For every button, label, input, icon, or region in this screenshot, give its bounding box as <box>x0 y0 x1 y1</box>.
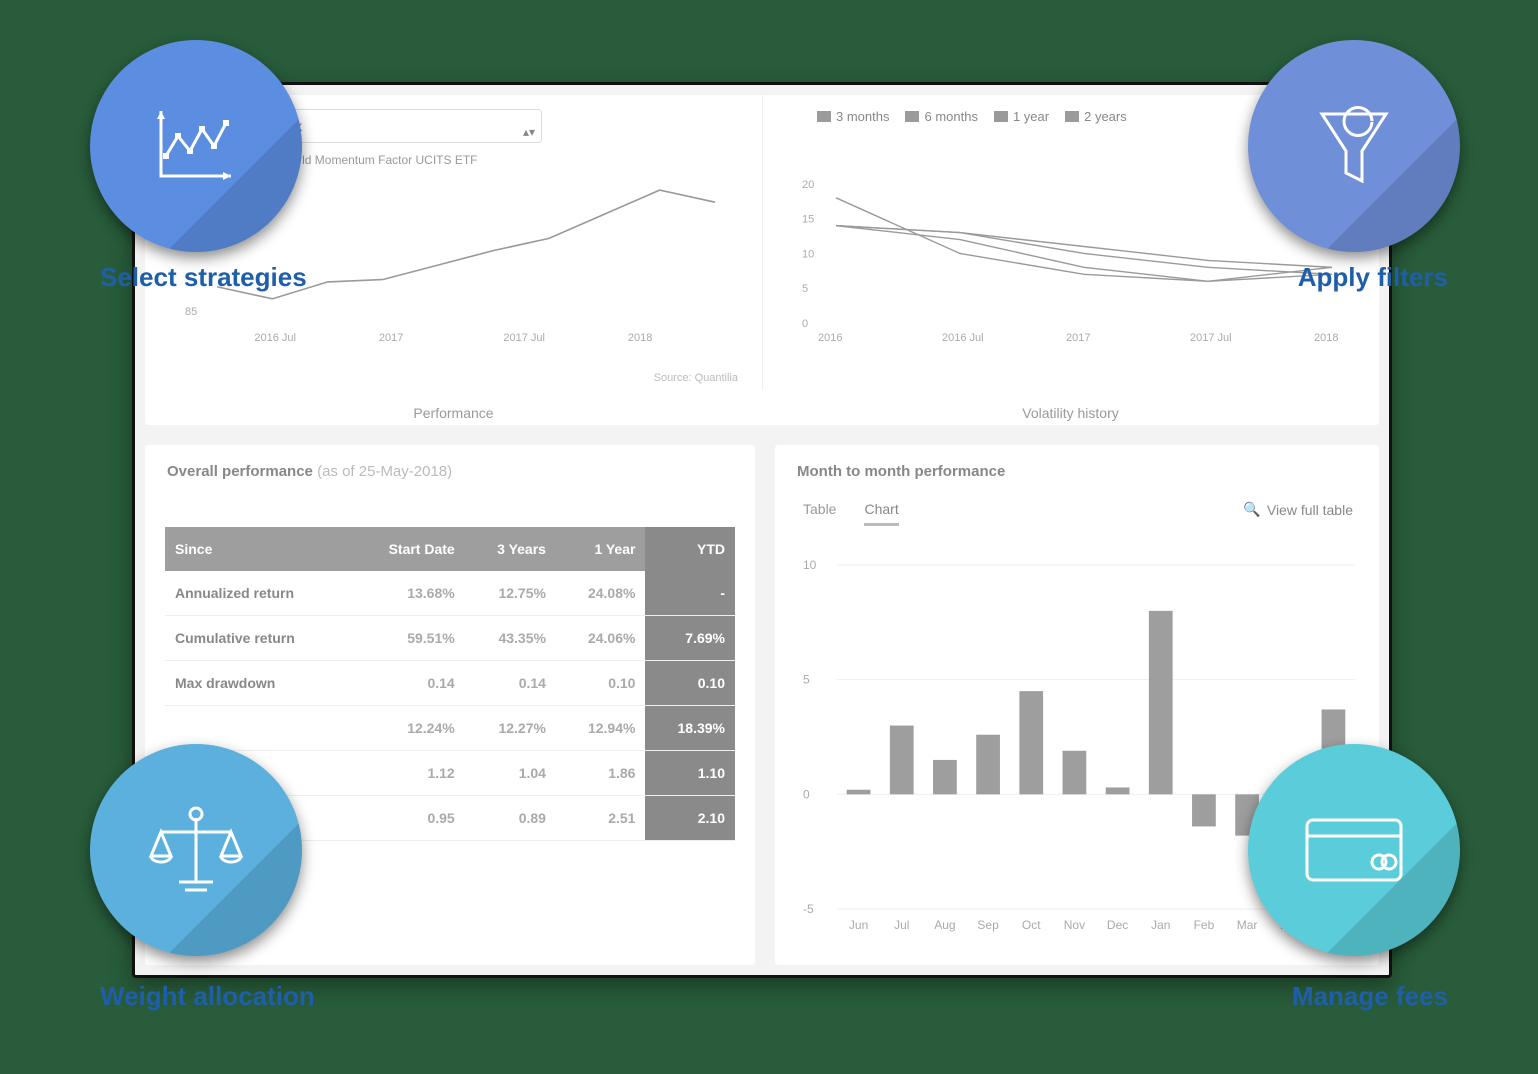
svg-text:Aug: Aug <box>934 918 955 932</box>
svg-text:20: 20 <box>802 179 814 191</box>
svg-text:Nov: Nov <box>1064 918 1085 932</box>
svg-text:2016: 2016 <box>818 332 842 344</box>
view-full-table[interactable]: 🔍 View full table <box>1243 501 1353 518</box>
svg-text:0: 0 <box>803 787 810 801</box>
svg-text:Oct: Oct <box>1022 918 1041 932</box>
scales-icon <box>141 800 251 900</box>
svg-text:10: 10 <box>802 248 814 260</box>
chart-source: Source: Quantilia <box>654 372 738 384</box>
legend-item: 1 year <box>994 109 1049 124</box>
table-row: Max drawdown0.140.140.100.10 <box>165 661 735 706</box>
funnel-icon <box>1304 96 1404 196</box>
svg-text:2016 Jul: 2016 Jul <box>942 332 984 344</box>
badge-label-bl: Weight allocation <box>100 981 315 1012</box>
svg-text:0: 0 <box>802 318 808 330</box>
svg-text:Dec: Dec <box>1107 918 1128 932</box>
svg-text:Jan: Jan <box>1151 918 1170 932</box>
search-icon: 🔍 <box>1243 501 1260 518</box>
overall-heading-text: Overall performance <box>167 463 313 480</box>
svg-text:Jul: Jul <box>894 918 909 932</box>
dashboard-panel: mark ▴▾ MSCI World Momentum Factor UCITS… <box>132 82 1392 978</box>
performance-title: Performance <box>145 405 762 421</box>
svg-text:Sep: Sep <box>977 918 999 932</box>
volatility-title: Volatility history <box>762 405 1379 421</box>
svg-text:5: 5 <box>802 283 808 295</box>
svg-text:2017: 2017 <box>379 332 403 344</box>
svg-text:10: 10 <box>803 558 817 572</box>
svg-text:5: 5 <box>803 673 810 687</box>
svg-text:2017 Jul: 2017 Jul <box>503 332 545 344</box>
svg-text:2017 Jul: 2017 Jul <box>1190 332 1232 344</box>
benchmark-select[interactable]: mark ▴▾ <box>260 109 542 143</box>
badge-label-tr: Apply filters <box>1298 262 1448 293</box>
svg-text:Jun: Jun <box>849 918 868 932</box>
table-row: Cumulative return59.51%43.35%24.06%7.69% <box>165 616 735 661</box>
overall-heading: Overall performance (as of 25-May-2018) <box>167 463 452 480</box>
top-card: mark ▴▾ MSCI World Momentum Factor UCITS… <box>145 95 1379 425</box>
svg-text:2016 Jul: 2016 Jul <box>254 332 296 344</box>
svg-text:-5: -5 <box>803 902 814 916</box>
svg-text:2017: 2017 <box>1066 332 1090 344</box>
badge-weight-allocation[interactable] <box>90 744 302 956</box>
m2m-tabs: Table Chart <box>803 501 899 526</box>
m2m-heading: Month to month performance <box>797 463 1005 480</box>
badge-apply-filters[interactable] <box>1248 40 1460 252</box>
line-chart-icon <box>146 101 246 191</box>
view-full-table-label: View full table <box>1267 502 1353 518</box>
legend-item: 3 months <box>817 109 889 124</box>
table-row: Annualized return13.68%12.75%24.08%- <box>165 571 735 616</box>
badge-label-br: Manage fees <box>1292 981 1448 1012</box>
badge-label-tl: Select strategies <box>100 262 307 293</box>
svg-text:15: 15 <box>802 214 814 226</box>
overall-date: (as of 25-May-2018) <box>317 463 452 480</box>
badge-manage-fees[interactable] <box>1248 744 1460 956</box>
table-row: 12.24%12.27%12.94%18.39% <box>165 706 735 751</box>
svg-text:2018: 2018 <box>1314 332 1338 344</box>
legend-item: 2 years <box>1065 109 1127 124</box>
badge-select-strategies[interactable] <box>90 40 302 252</box>
svg-text:Feb: Feb <box>1194 918 1215 932</box>
tab-chart[interactable]: Chart <box>864 501 898 526</box>
svg-text:85: 85 <box>185 306 197 318</box>
svg-text:2018: 2018 <box>628 332 652 344</box>
tab-table[interactable]: Table <box>803 501 836 526</box>
chevron-updown-icon: ▴▾ <box>523 116 535 148</box>
credit-card-icon <box>1299 810 1409 890</box>
svg-text:Mar: Mar <box>1237 918 1258 932</box>
legend-item: 6 months <box>905 109 977 124</box>
